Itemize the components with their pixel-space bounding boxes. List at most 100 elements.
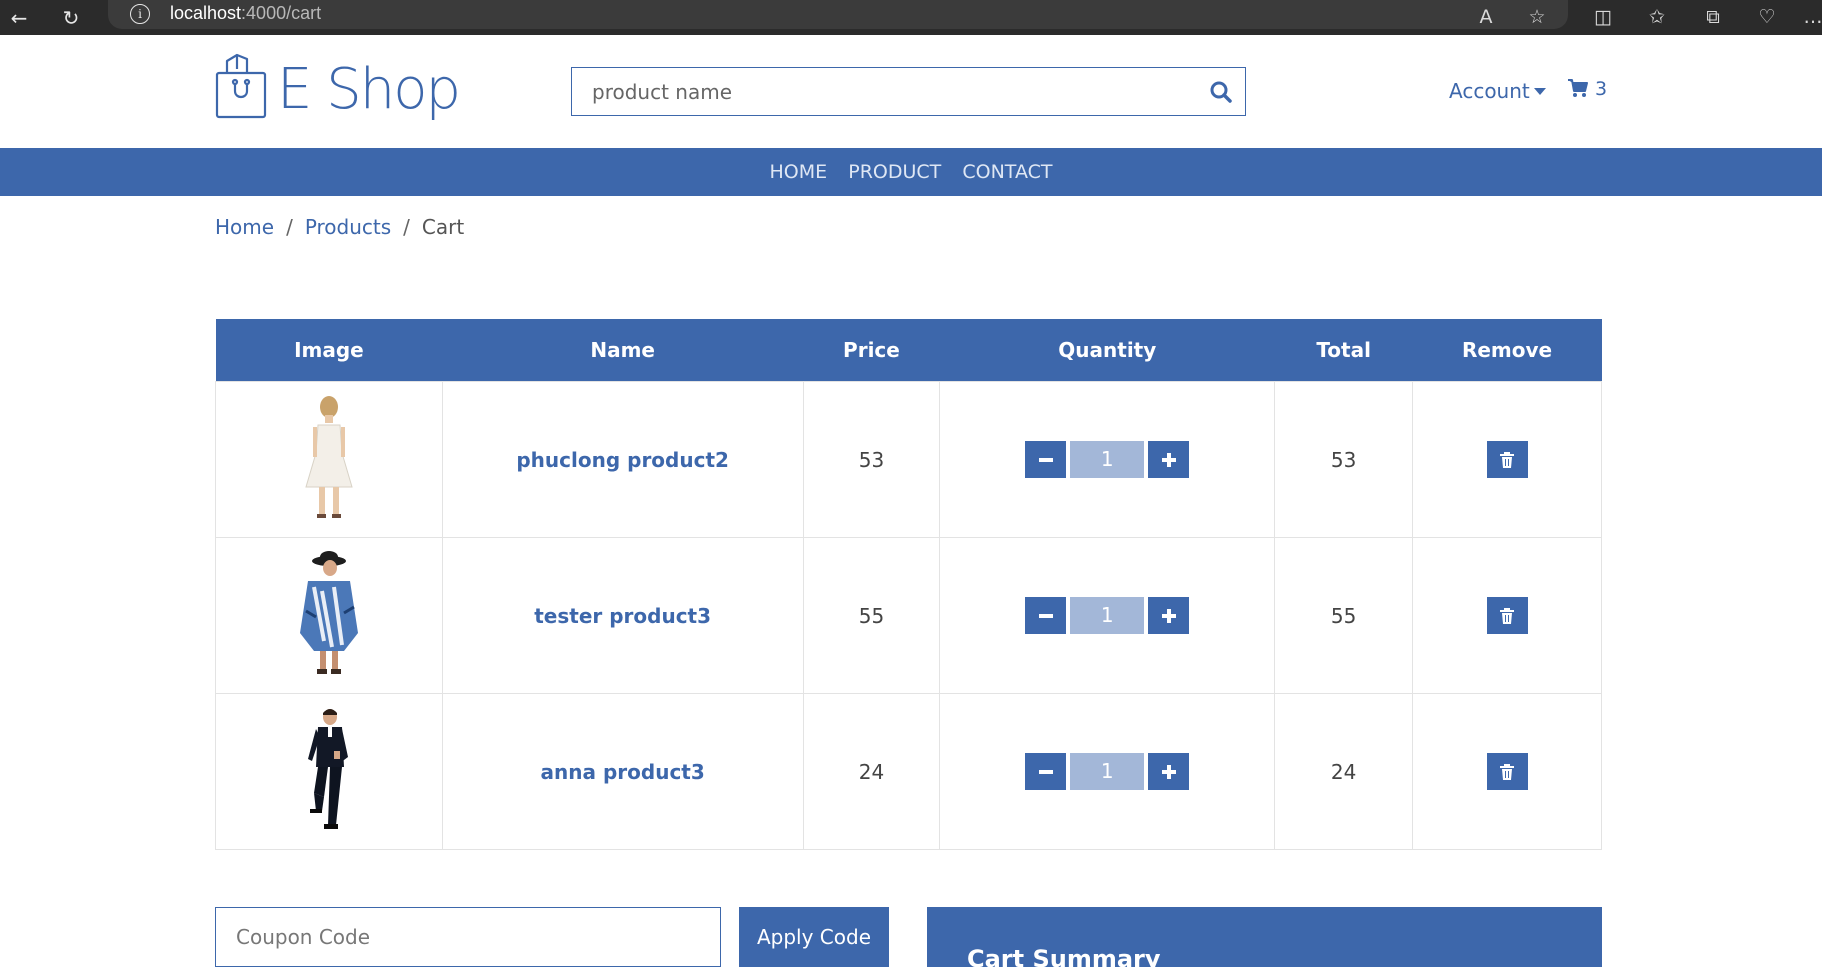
product-name-link[interactable]: tester product3 xyxy=(534,604,711,628)
quantity-input[interactable]: 1 xyxy=(1070,753,1145,790)
quantity-input[interactable]: 1 xyxy=(1070,441,1145,478)
split-screen-icon[interactable]: ◫ xyxy=(1590,4,1616,30)
quantity-cell: 1 xyxy=(939,693,1276,850)
brand-name: E Shop xyxy=(277,57,461,122)
quantity-cell: 1 xyxy=(939,381,1276,538)
trash-icon xyxy=(1500,763,1515,780)
site-header: E Shop Account 3 xyxy=(0,35,1822,148)
remove-cell xyxy=(1412,381,1602,538)
url-host: localhost xyxy=(170,3,242,23)
plus-icon xyxy=(1161,452,1176,467)
search-box xyxy=(571,67,1246,116)
price-cell: 55 xyxy=(802,537,941,694)
trash-icon xyxy=(1500,451,1515,468)
table-row: phuclong product2 53 1 53 xyxy=(215,381,1602,538)
apply-code-button[interactable]: Apply Code xyxy=(739,907,889,967)
shopping-bag-icon xyxy=(215,53,267,119)
product-name-link[interactable]: anna product3 xyxy=(541,760,705,784)
read-aloud-icon[interactable]: A xyxy=(1473,4,1499,30)
account-label: Account xyxy=(1449,79,1530,103)
product-image[interactable] xyxy=(294,707,364,832)
search-icon[interactable] xyxy=(1207,78,1235,106)
price-cell: 53 xyxy=(802,381,941,538)
minus-icon xyxy=(1038,457,1053,462)
nav-product[interactable]: PRODUCT xyxy=(848,148,941,196)
price-cell: 24 xyxy=(802,693,941,850)
favorites-icon[interactable]: ✩ xyxy=(1644,4,1670,30)
cart-count: 3 xyxy=(1595,78,1608,100)
product-image-cell xyxy=(215,693,443,850)
product-name-cell: phuclong product2 xyxy=(441,381,804,538)
quantity-stepper: 1 xyxy=(1025,441,1190,478)
collections-icon[interactable]: ⧉ xyxy=(1700,4,1726,30)
remove-item-button[interactable] xyxy=(1486,597,1528,634)
quantity-stepper: 1 xyxy=(1025,597,1190,634)
product-image-cell xyxy=(215,381,443,538)
remove-cell xyxy=(1412,537,1602,694)
browser-essentials-icon[interactable]: ♡ xyxy=(1754,4,1780,30)
breadcrumb: Home / Products / Cart xyxy=(215,215,464,239)
total-cell: 55 xyxy=(1274,537,1414,694)
nav-contact[interactable]: CONTACT xyxy=(962,148,1052,196)
cart-summary-title: Cart Summary xyxy=(967,945,1161,967)
cart-link[interactable]: 3 xyxy=(1567,77,1607,100)
breadcrumb-products[interactable]: Products xyxy=(305,215,391,239)
site-info-icon[interactable]: i xyxy=(130,4,150,24)
decrease-quantity-button[interactable] xyxy=(1025,597,1067,634)
column-header-total: Total xyxy=(1274,319,1413,382)
column-header-image: Image xyxy=(215,319,443,382)
product-name-link[interactable]: phuclong product2 xyxy=(516,448,729,472)
total-cell: 24 xyxy=(1274,693,1414,850)
url-path: :4000/cart xyxy=(241,3,322,23)
favorite-star-icon[interactable]: ☆ xyxy=(1524,4,1550,30)
address-bar[interactable]: i localhost:4000/cart xyxy=(108,0,1568,29)
breadcrumb-separator: / xyxy=(286,215,293,239)
more-icon[interactable]: … xyxy=(1800,4,1822,30)
coupon-box xyxy=(215,907,721,967)
remove-cell xyxy=(1412,693,1602,850)
quantity-input[interactable]: 1 xyxy=(1070,597,1145,634)
reload-icon[interactable]: ↻ xyxy=(58,5,84,31)
increase-quantity-button[interactable] xyxy=(1148,753,1190,790)
cart-table: Image Name Price Quantity Total Remove p… xyxy=(215,319,1602,850)
back-icon[interactable]: ← xyxy=(6,5,32,31)
column-header-remove: Remove xyxy=(1412,319,1602,382)
table-row: tester product3 55 1 55 xyxy=(215,537,1602,694)
column-header-quantity: Quantity xyxy=(939,319,1275,382)
column-header-name: Name xyxy=(442,319,803,382)
caret-down-icon xyxy=(1533,88,1546,95)
table-row: anna product3 24 1 24 xyxy=(215,693,1602,850)
account-dropdown[interactable]: Account xyxy=(1449,79,1546,103)
main-nav: HOME PRODUCT CONTACT xyxy=(0,148,1822,196)
product-image[interactable] xyxy=(294,395,364,520)
cart-summary-panel: Cart Summary xyxy=(927,907,1602,967)
minus-icon xyxy=(1038,613,1053,618)
increase-quantity-button[interactable] xyxy=(1148,441,1190,478)
decrease-quantity-button[interactable] xyxy=(1025,441,1067,478)
trash-icon xyxy=(1500,607,1515,624)
cart-icon xyxy=(1568,79,1588,97)
product-image[interactable] xyxy=(294,550,364,676)
total-cell: 53 xyxy=(1274,381,1414,538)
plus-icon xyxy=(1161,764,1176,779)
plus-icon xyxy=(1161,608,1176,623)
table-header-row: Image Name Price Quantity Total Remove xyxy=(215,319,1602,382)
quantity-stepper: 1 xyxy=(1025,753,1190,790)
increase-quantity-button[interactable] xyxy=(1148,597,1190,634)
browser-toolbar: ← ↻ i localhost:4000/cart A ☆ ◫ ✩ ⧉ ♡ … xyxy=(0,0,1822,35)
column-header-price: Price xyxy=(803,319,940,382)
nav-home[interactable]: HOME xyxy=(770,148,828,196)
breadcrumb-home[interactable]: Home xyxy=(215,215,274,239)
breadcrumb-separator: / xyxy=(403,215,410,239)
product-image-cell xyxy=(215,537,443,694)
product-name-cell: tester product3 xyxy=(441,537,804,694)
remove-item-button[interactable] xyxy=(1486,441,1528,478)
product-name-cell: anna product3 xyxy=(441,693,804,850)
breadcrumb-current: Cart xyxy=(421,215,465,239)
search-input[interactable] xyxy=(590,78,1194,106)
remove-item-button[interactable] xyxy=(1486,753,1528,790)
decrease-quantity-button[interactable] xyxy=(1025,753,1067,790)
quantity-cell: 1 xyxy=(939,537,1276,694)
coupon-code-input[interactable] xyxy=(234,924,698,950)
address-url[interactable]: localhost:4000/cart xyxy=(170,3,321,24)
